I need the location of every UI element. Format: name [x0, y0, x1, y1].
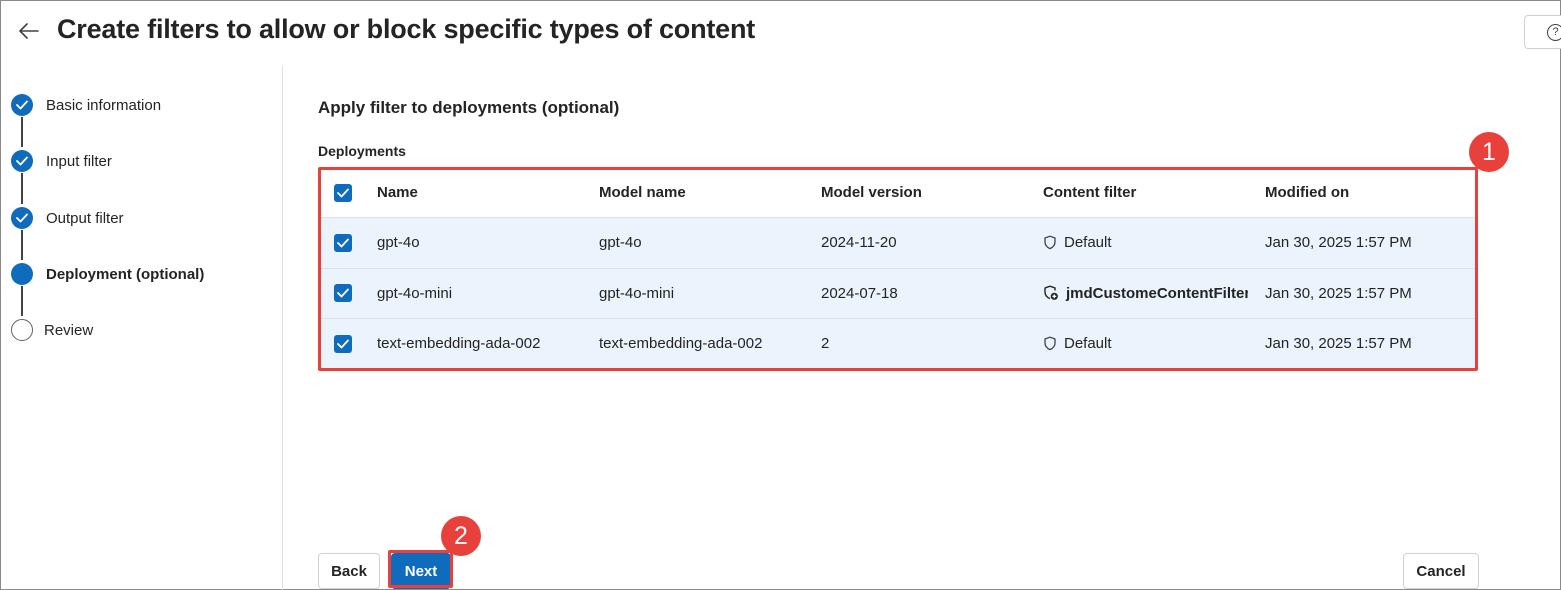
step-label: Basic information	[46, 96, 162, 114]
pending-step-icon	[11, 319, 33, 341]
help-icon: ?	[1547, 24, 1561, 41]
content-filter-cell: Default	[1043, 335, 1248, 352]
section-title: Apply filter to deployments (optional)	[318, 98, 620, 117]
checkmark-icon	[11, 207, 33, 229]
content-filter-name: jmdCustomeContentFilter	[1066, 284, 1248, 302]
wizard-stepper: Basic information Input filter Output fi…	[0, 80, 282, 590]
shield-icon	[1043, 235, 1057, 250]
step-label: Output filter	[46, 209, 124, 227]
content-filter-name: Default	[1064, 335, 1112, 353]
divider	[282, 66, 283, 590]
step-label: Deployment (optional)	[46, 265, 205, 283]
step-connector	[21, 173, 23, 204]
cancel-button[interactable]: Cancel	[1403, 553, 1479, 589]
help-button[interactable]: ?	[1524, 15, 1561, 49]
content-filter-cell: jmdCustomeContentFilter	[1043, 285, 1248, 302]
checkmark-icon	[11, 94, 33, 116]
shield-icon	[1043, 336, 1057, 351]
table-row[interactable]: gpt-4o gpt-4o 2024-11-20 Default Jan 30,…	[320, 218, 1476, 269]
step-input-filter[interactable]: Input filter	[11, 149, 112, 173]
step-review[interactable]: Review	[11, 318, 93, 342]
select-all-checkbox[interactable]	[334, 183, 352, 202]
custom-shield-icon	[1043, 285, 1059, 301]
column-header-name[interactable]: Name	[377, 184, 592, 201]
model-name: gpt-4o-mini	[599, 284, 675, 302]
step-deployment[interactable]: Deployment (optional)	[11, 262, 204, 286]
column-header-modified-on[interactable]: Modified on	[1265, 184, 1470, 201]
page-title: Create filters to allow or block specifi…	[57, 14, 756, 44]
deployment-name: text-embedding-ada-002	[377, 335, 541, 353]
back-button[interactable]: Back	[318, 553, 380, 589]
row-checkbox[interactable]	[334, 233, 352, 252]
row-checkbox-cell	[334, 334, 352, 353]
step-connector	[21, 286, 23, 316]
model-name: text-embedding-ada-002	[599, 335, 763, 353]
content-filter-name: Default	[1064, 234, 1112, 252]
model-version: 2024-11-20	[821, 234, 897, 252]
checkmark-icon	[11, 150, 33, 172]
table-row[interactable]: text-embedding-ada-002 text-embedding-ad…	[320, 319, 1476, 370]
next-button[interactable]: Next	[391, 553, 451, 589]
modified-on: Jan 30, 2025 1:57 PM	[1265, 335, 1412, 353]
annotation-badge-1: 1	[1469, 132, 1509, 172]
deployments-table: Name Model name Model version Content fi…	[320, 168, 1476, 370]
model-name: gpt-4o	[599, 234, 642, 252]
row-checkbox[interactable]	[334, 334, 352, 353]
step-output-filter[interactable]: Output filter	[11, 206, 124, 230]
step-basic-information[interactable]: Basic information	[11, 93, 161, 117]
content-filter-cell: Default	[1043, 234, 1248, 251]
table-row[interactable]: gpt-4o-mini gpt-4o-mini 2024-07-18 jmdCu…	[320, 268, 1476, 319]
step-label: Input filter	[46, 152, 112, 170]
row-checkbox-cell	[334, 233, 352, 252]
header-checkbox-cell	[334, 183, 352, 202]
deployment-name: gpt-4o	[377, 234, 420, 252]
modified-on: Jan 30, 2025 1:57 PM	[1265, 234, 1412, 252]
modified-on: Jan 30, 2025 1:57 PM	[1265, 284, 1412, 302]
step-connector	[21, 117, 23, 147]
annotation-badge-2: 2	[441, 516, 481, 556]
deployment-name: gpt-4o-mini	[377, 284, 453, 302]
back-arrow-icon[interactable]	[14, 16, 44, 46]
model-version: 2024-07-18	[821, 284, 898, 302]
step-label: Review	[44, 321, 94, 339]
model-version: 2	[821, 335, 830, 353]
current-step-icon	[11, 263, 33, 285]
table-label: Deployments	[318, 143, 406, 159]
row-checkbox[interactable]	[334, 284, 352, 303]
step-connector	[21, 230, 23, 260]
column-header-content-filter[interactable]: Content filter	[1043, 184, 1248, 201]
row-checkbox-cell	[334, 284, 352, 303]
table-header-row: Name Model name Model version Content fi…	[320, 168, 1476, 218]
column-header-model-version[interactable]: Model version	[821, 184, 1036, 201]
column-header-model-name[interactable]: Model name	[599, 184, 814, 201]
